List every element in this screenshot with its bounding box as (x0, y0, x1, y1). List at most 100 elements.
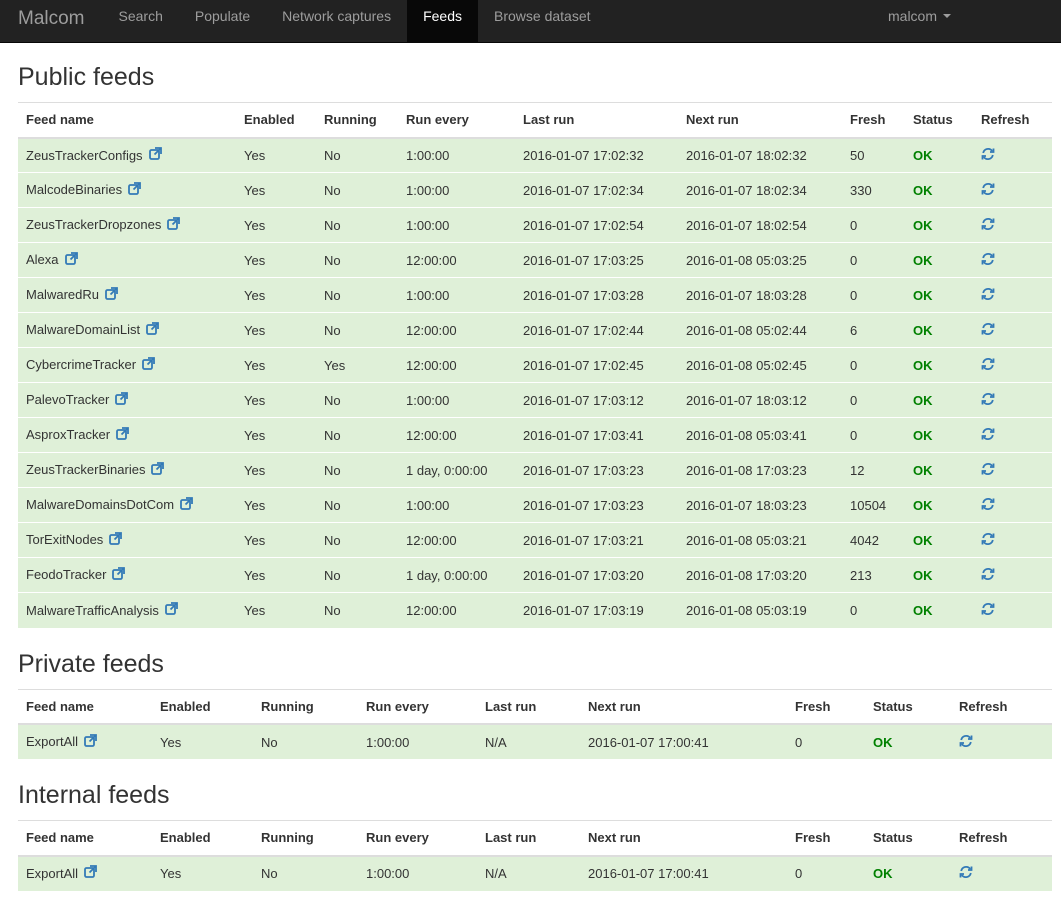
cell-value: 2016-01-07 17:02:32 (523, 147, 644, 163)
table-header-row: Feed name Enabled Running Run every Last run… (18, 820, 1052, 857)
cell-next-run: 2016-01-07 18:03:28 (678, 277, 842, 313)
cell-value: 2016-01-07 17:03:23 (523, 462, 644, 478)
external-link-icon[interactable] (84, 733, 97, 750)
refresh-icon[interactable] (981, 287, 995, 304)
brand-logo[interactable]: Malcom (0, 0, 103, 42)
cell-value: Yes (244, 567, 266, 583)
external-link-icon[interactable] (165, 601, 178, 618)
cell-fresh: 10504 (842, 487, 905, 523)
external-link-icon[interactable] (116, 426, 129, 443)
feed-name-link[interactable]: PalevoTracker (26, 392, 109, 407)
feed-name-link[interactable]: MalwareTrafficAnalysis (26, 603, 159, 618)
cell-value: Yes (244, 252, 266, 268)
cell-value: 1:00:00 (366, 866, 410, 881)
feed-name-link[interactable]: ZeusTrackerConfigs (26, 148, 143, 163)
refresh-icon[interactable] (981, 147, 995, 164)
feed-name-link[interactable]: ZeusTrackerBinaries (26, 462, 145, 477)
cell-last-run: 2016-01-07 17:02:34 (515, 172, 678, 208)
feed-name-link[interactable]: ExportAll (26, 734, 78, 749)
feed-name-link[interactable]: MalwareDomainList (26, 322, 140, 337)
external-link-icon[interactable] (151, 461, 165, 478)
refresh-icon[interactable] (959, 734, 973, 751)
feed-name-link[interactable]: MalwaredRu (26, 287, 99, 302)
status-badge: OK (913, 217, 933, 233)
cell-enabled: Yes (152, 723, 253, 759)
status-badge: OK (913, 147, 933, 163)
external-link-icon[interactable] (112, 566, 126, 583)
cell-last-run: 2016-01-07 17:03:25 (515, 242, 678, 278)
cell-enabled: Yes (236, 172, 316, 208)
cell-value: No (324, 427, 341, 443)
refresh-icon[interactable] (981, 357, 995, 374)
nav-item-feeds[interactable]: Feeds (407, 0, 479, 42)
cell-next-run: 2016-01-07 18:02:54 (678, 207, 842, 243)
cell-value: 12 (850, 462, 865, 478)
external-link-icon[interactable] (180, 496, 194, 513)
refresh-icon[interactable] (981, 532, 995, 549)
cell-value: 2016-01-07 17:03:25 (523, 252, 644, 268)
cell-last-run: 2016-01-07 17:03:41 (515, 417, 678, 453)
external-link-icon[interactable] (167, 216, 181, 233)
refresh-icon[interactable] (981, 322, 995, 339)
external-link-icon[interactable] (148, 146, 162, 163)
external-link-icon[interactable] (105, 286, 118, 303)
refresh-icon[interactable] (959, 865, 973, 882)
cell-value: Yes (244, 357, 266, 373)
feed-name-link[interactable]: ZeusTrackerDropzones (26, 217, 161, 232)
status-badge: OK (913, 462, 933, 478)
feed-name-link[interactable]: FeodoTracker (26, 567, 106, 582)
cell-value: 1:00:00 (406, 182, 450, 198)
cell-value: 1 day, 0:00:00 (406, 462, 488, 478)
table-header-row: Feed name Enabled Running Run every Last run… (18, 688, 1052, 725)
cell-value: No (324, 182, 341, 198)
refresh-icon[interactable] (981, 392, 995, 409)
nav-item-network-captures[interactable]: Network captures (266, 0, 407, 42)
cell-running: No (316, 277, 398, 313)
cell-value: 2016-01-08 17:03:23 (686, 462, 807, 478)
external-link-icon[interactable] (109, 531, 123, 548)
external-link-icon[interactable] (146, 321, 160, 338)
nav-item-populate[interactable]: Populate (179, 0, 266, 42)
cell-next-run: 2016-01-08 05:03:19 (678, 592, 842, 628)
feed-name-link[interactable]: CybercrimeTracker (26, 357, 136, 372)
cell-last-run: 2016-01-07 17:02:54 (515, 207, 678, 243)
cell-value: 0 (795, 866, 803, 881)
column-header-running: Running (253, 688, 358, 725)
feed-name-link[interactable]: MalcodeBinaries (26, 182, 122, 197)
cell-running: No (316, 242, 398, 278)
cell-feed-name: MalwareDomainList (18, 312, 236, 348)
cell-value: 6 (850, 322, 858, 338)
refresh-icon[interactable] (981, 462, 995, 479)
cell-value: 2016-01-07 17:03:23 (523, 497, 644, 513)
feed-name-link[interactable]: Alexa (26, 252, 59, 267)
refresh-icon[interactable] (981, 497, 995, 514)
table-row: CybercrimeTracker Yes Yes 12:00:00 2016-01-0… (18, 347, 1052, 383)
refresh-icon[interactable] (981, 427, 995, 444)
cell-refresh (973, 417, 1052, 453)
refresh-icon[interactable] (981, 602, 995, 619)
nav-item-search[interactable]: Search (103, 0, 179, 42)
refresh-icon[interactable] (981, 217, 995, 234)
cell-status: OK (865, 855, 951, 891)
cell-value: Yes (244, 497, 266, 513)
external-link-icon[interactable] (128, 181, 142, 198)
external-link-icon[interactable] (84, 865, 97, 881)
refresh-icon[interactable] (981, 182, 995, 199)
cell-enabled: Yes (236, 592, 316, 628)
user-menu[interactable]: malcom (888, 0, 952, 32)
external-link-icon[interactable] (142, 356, 155, 373)
column-header-run-every: Run every (358, 688, 477, 725)
feed-name-link[interactable]: ExportAll (26, 866, 78, 881)
cell-value: No (261, 734, 278, 750)
feed-name-link[interactable]: TorExitNodes (26, 532, 103, 547)
external-link-icon[interactable] (64, 251, 78, 268)
refresh-icon[interactable] (981, 567, 995, 584)
feed-name-link[interactable]: MalwareDomainsDotCom (26, 497, 174, 512)
cell-next-run: 2016-01-08 17:03:20 (678, 557, 842, 593)
cell-run-every: 1:00:00 (398, 207, 515, 243)
external-link-icon[interactable] (115, 391, 129, 408)
nav-item-browse-dataset[interactable]: Browse dataset (478, 0, 607, 42)
feed-name-link[interactable]: AsproxTracker (26, 427, 110, 442)
refresh-icon[interactable] (981, 252, 995, 269)
column-header-status: Status (905, 102, 973, 139)
